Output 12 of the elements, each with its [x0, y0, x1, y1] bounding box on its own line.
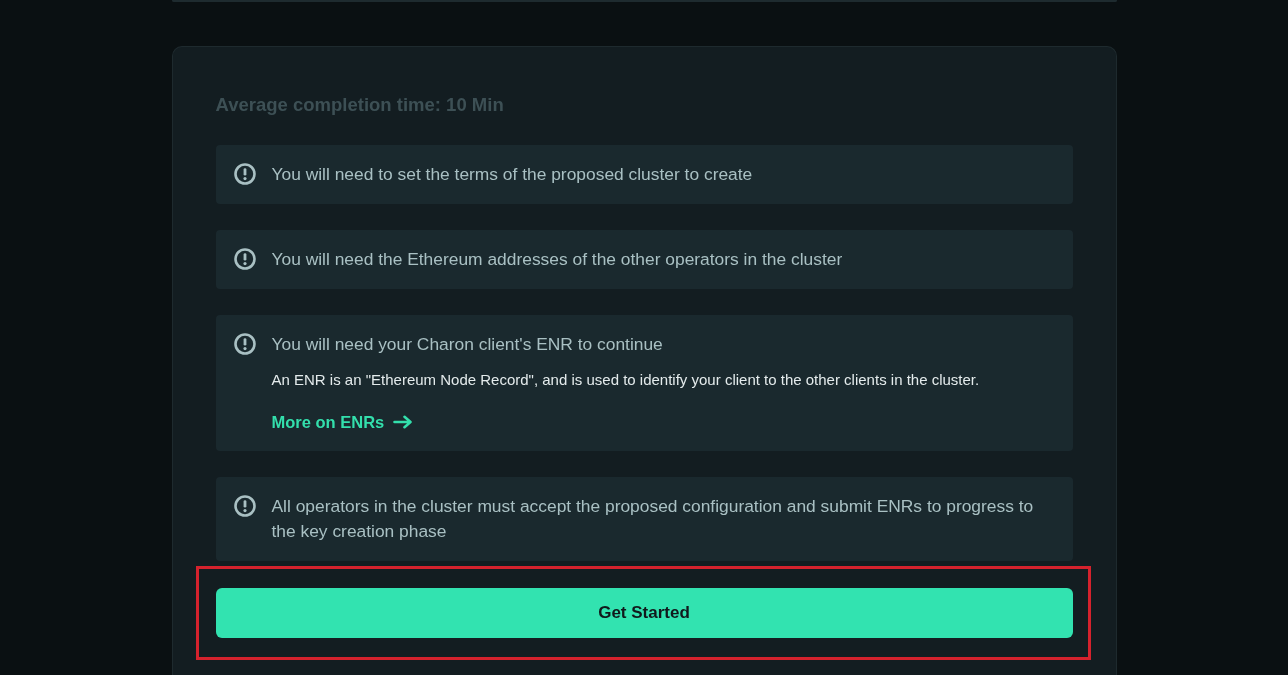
notice-text: You will need to set the terms of the proposed cluster to create: [271, 163, 753, 186]
notice-text: You will need the Ethereum addresses of the other operators in the cluster: [271, 248, 843, 271]
exclamation-circle-icon: [233, 163, 256, 185]
exclamation-circle-icon: [233, 248, 256, 270]
notice-text: You will need your Charon client's ENR to continue: [271, 333, 664, 356]
get-started-button[interactable]: Get Started: [215, 588, 1073, 638]
exclamation-circle-icon: [233, 333, 256, 355]
more-link[interactable]: More on ENRs: [271, 410, 414, 434]
arrow-right-icon: [393, 415, 414, 429]
exclamation-circle-icon: [233, 495, 256, 517]
notice-text: All operators in the cluster must accept the proposed configuration and submit ENRs to progress to the key creation phase: [271, 495, 1035, 543]
notice-details: An ENR is an "Ethereum Node Record", and is used to identify your client to the other clients in the cluster.: [271, 370, 980, 390]
